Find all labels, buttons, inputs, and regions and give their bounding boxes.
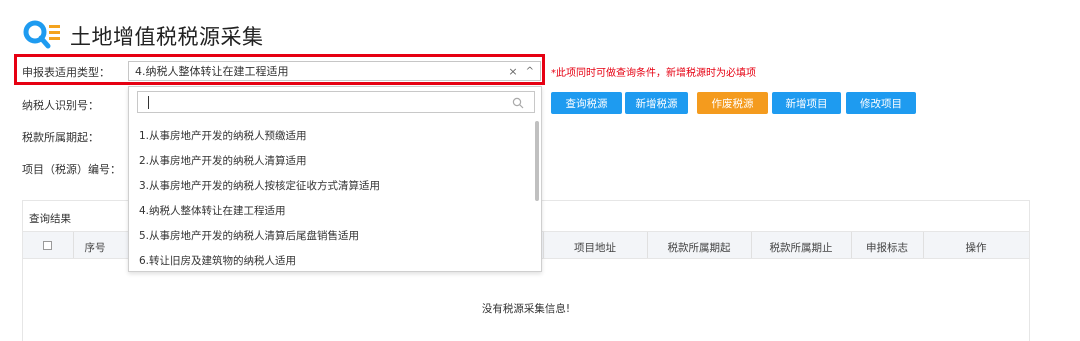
add-source-button[interactable]: 新增税源: [625, 92, 688, 114]
col-declare-flag-header: 申报标志: [866, 242, 908, 254]
edit-project-button[interactable]: 修改项目: [846, 92, 916, 114]
col-period-start-header: 税款所属期起: [667, 242, 731, 254]
void-source-button[interactable]: 作废税源: [697, 92, 768, 114]
dropdown-option[interactable]: 1.从事房地产开发的纳税人预缴适用: [139, 128, 307, 143]
required-hint: *此项同时可做查询条件，新增税源时为必填项: [551, 68, 756, 79]
col-index-header: 序号: [84, 242, 106, 254]
text-cursor: [148, 96, 149, 109]
col-period-end-header: 税款所属期止: [769, 242, 833, 254]
dropdown-option[interactable]: 5.从事房地产开发的纳税人清算后尾盘销售适用: [139, 228, 359, 243]
results-title: 查询结果: [29, 213, 71, 225]
dropdown-option[interactable]: 4.纳税人整体转让在建工程适用: [139, 203, 286, 218]
search-list-logo-icon: [22, 19, 64, 53]
period-start-label: 税款所属期起：: [22, 131, 99, 144]
dropdown-scrollbar[interactable]: [535, 121, 539, 201]
empty-message: 没有税源采集信息!: [481, 303, 571, 315]
search-icon: [512, 97, 524, 109]
highlight-frame: [14, 54, 545, 85]
column-divider: [73, 232, 74, 258]
dropdown-option[interactable]: 3.从事房地产开发的纳税人按核定征收方式清算适用: [139, 178, 380, 193]
dropdown-option[interactable]: 2.从事房地产开发的纳税人清算适用: [139, 153, 307, 168]
dropdown-option[interactable]: 6.转让旧房及建筑物的纳税人适用: [139, 253, 296, 268]
dropdown-search-input[interactable]: [137, 91, 535, 113]
add-project-button[interactable]: 新增项目: [772, 92, 841, 114]
taxpayer-id-label: 纳税人识别号：: [22, 99, 99, 112]
project-no-label: 项目（税源）编号：: [22, 163, 121, 176]
col-address-header: 项目地址: [574, 242, 616, 254]
page-header: 土地增值税税源采集: [22, 18, 264, 54]
query-source-button[interactable]: 查询税源: [551, 92, 622, 114]
select-all-checkbox[interactable]: [43, 241, 52, 250]
report-type-dropdown: 1.从事房地产开发的纳税人预缴适用 2.从事房地产开发的纳税人清算适用 3.从事…: [128, 86, 542, 272]
col-actions-header: 操作: [965, 242, 987, 254]
page-title: 土地增值税税源采集: [70, 25, 264, 49]
